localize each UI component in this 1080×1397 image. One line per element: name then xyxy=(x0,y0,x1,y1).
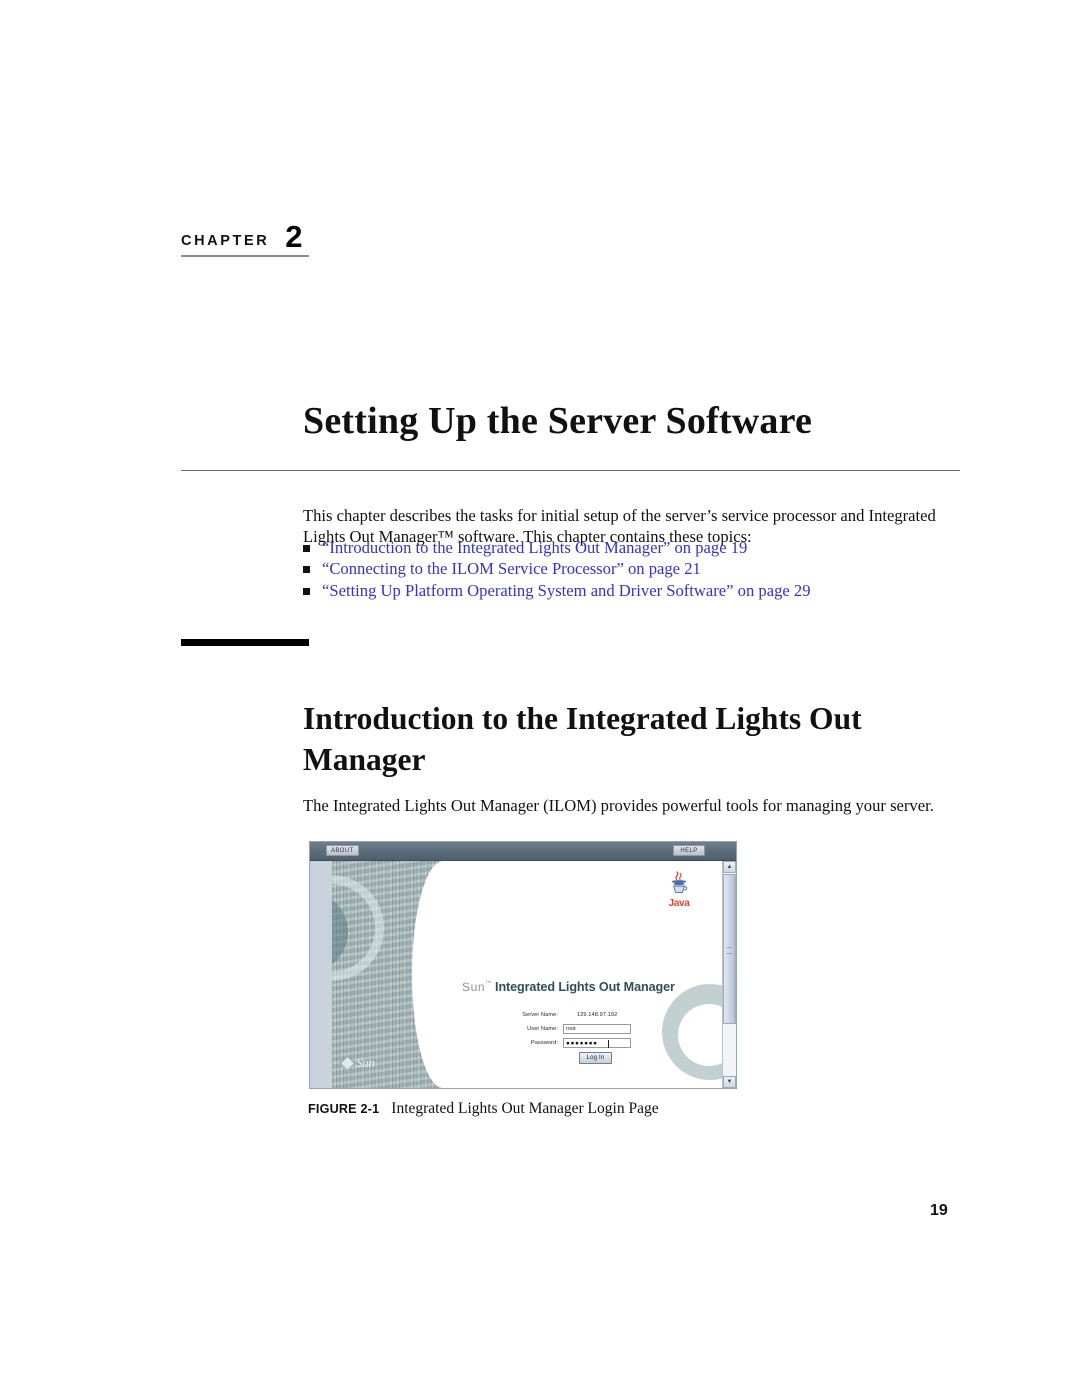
page-number: 19 xyxy=(930,1202,948,1219)
topic-link-label[interactable]: “Introduction to the Integrated Lights O… xyxy=(322,538,727,559)
about-button[interactable]: ABOUT xyxy=(326,845,359,856)
topic-link-label[interactable]: “Setting Up Platform Operating System an… xyxy=(322,581,790,602)
title-divider xyxy=(181,470,960,472)
square-bullet-icon xyxy=(303,587,310,595)
topic-link-page[interactable]: 29 xyxy=(794,581,811,602)
chapter-number: 2 xyxy=(285,219,303,254)
list-item[interactable]: “Connecting to the ILOM Service Processo… xyxy=(303,559,983,580)
login-form: Server Name: 129.148.97.192 User Name: r… xyxy=(506,1009,631,1064)
list-item[interactable]: “Setting Up Platform Operating System an… xyxy=(303,581,983,602)
help-button[interactable]: HELP xyxy=(673,845,705,856)
scrollbar-grip xyxy=(727,947,732,954)
ilom-page-body: Sun Java Sun™ Integrated Lights Out Mana… xyxy=(310,861,722,1088)
page-title: Setting Up the Server Software xyxy=(303,400,813,443)
figure-label: FIGURE 2-1 xyxy=(308,1102,380,1116)
chapter-rule xyxy=(181,255,309,257)
scroll-up-arrow-icon[interactable]: ▲ xyxy=(723,861,736,873)
ilom-toolbar: ABOUT HELP xyxy=(310,842,736,861)
left-margin-strip xyxy=(310,861,332,1088)
figure-caption: FIGURE 2-1 Integrated Lights Out Manager … xyxy=(308,1100,659,1118)
chapter-word: CHAPTER xyxy=(181,233,270,249)
server-name-value: 129.148.97.192 xyxy=(577,1012,618,1018)
figure-image: ABOUT HELP Sun Java Sun™ Integrated Ligh… xyxy=(309,841,737,1089)
scroll-down-arrow-icon[interactable]: ▼ xyxy=(723,1076,736,1088)
server-name-label: Server Name: xyxy=(522,1012,558,1018)
section-title: Introduction to the Integrated Lights Ou… xyxy=(303,701,862,778)
login-button[interactable]: Log In xyxy=(578,1052,613,1064)
document-page: CHAPTER 2 Setting Up the Server Software… xyxy=(0,0,1080,1397)
sun-logo-word: Sun xyxy=(356,1055,375,1070)
java-coffee-cup-icon xyxy=(671,871,688,894)
text-caret xyxy=(608,1040,609,1048)
product-name: Integrated Lights Out Manager xyxy=(495,980,675,994)
login-button-row: Log In xyxy=(506,1052,631,1064)
java-logo-word: Java xyxy=(668,898,690,909)
sun-diamond-icon xyxy=(339,1055,356,1071)
ilom-login-screenshot: ABOUT HELP Sun Java Sun™ Integrated Ligh… xyxy=(309,841,737,1089)
user-name-label: User Name: xyxy=(527,1026,558,1032)
topic-link-page[interactable]: 19 xyxy=(731,538,748,559)
topic-link-label[interactable]: “Connecting to the ILOM Service Processo… xyxy=(322,559,680,580)
sun-logo: Sun xyxy=(339,1055,375,1071)
user-name-input[interactable]: root xyxy=(563,1024,631,1034)
vertical-scrollbar[interactable]: ▲ ▼ xyxy=(722,861,736,1088)
section-paragraph: The Integrated Lights Out Manager (ILOM)… xyxy=(303,795,934,815)
chapter-marker: CHAPTER 2 xyxy=(181,219,441,257)
section-rule xyxy=(181,639,309,646)
password-row: Password: ●●●●●●● xyxy=(506,1037,631,1049)
java-logo: Java xyxy=(664,870,694,909)
list-item[interactable]: “Introduction to the Integrated Lights O… xyxy=(303,538,983,559)
server-name-row: Server Name: 129.148.97.192 xyxy=(506,1009,631,1021)
square-bullet-icon xyxy=(303,566,310,574)
password-input[interactable]: ●●●●●●● xyxy=(563,1038,631,1048)
square-bullet-icon xyxy=(303,545,310,552)
topic-list: “Introduction to the Integrated Lights O… xyxy=(303,538,983,602)
scrollbar-thumb[interactable] xyxy=(723,874,736,1024)
product-title: Sun™ Integrated Lights Out Manager xyxy=(462,978,675,996)
trademark-symbol: ™ xyxy=(485,980,492,987)
product-vendor: Sun xyxy=(462,980,486,994)
topic-link-page[interactable]: 21 xyxy=(684,559,701,580)
password-masked-value: ●●●●●●● xyxy=(566,1040,598,1047)
chapter-marker-row: CHAPTER 2 xyxy=(181,219,441,255)
user-name-row: User Name: root xyxy=(506,1023,631,1035)
figure-caption-text: Integrated Lights Out Manager Login Page xyxy=(391,1100,659,1117)
password-label: Password: xyxy=(530,1040,558,1046)
